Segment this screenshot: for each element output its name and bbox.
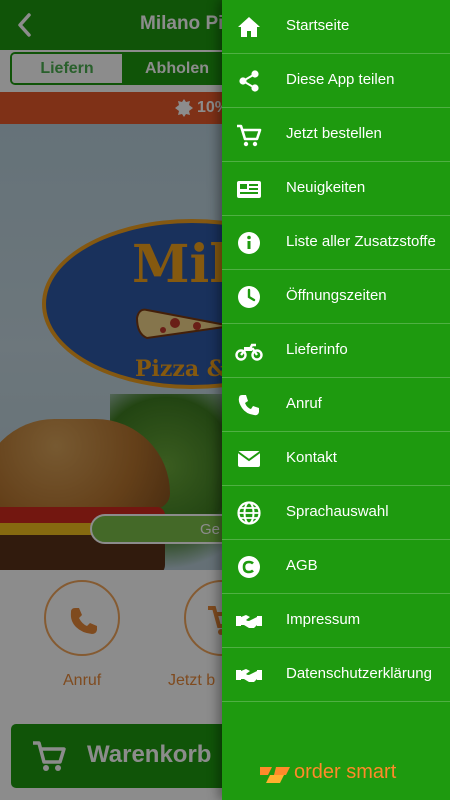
menu-label: Öffnungszeiten — [286, 287, 387, 304]
menu-item-terms[interactable]: AGB — [222, 540, 450, 594]
menu-item-order-now[interactable]: Jetzt bestellen — [222, 108, 450, 162]
menu-item-delivery-info[interactable]: Lieferinfo — [222, 324, 450, 378]
cart-icon — [235, 121, 263, 149]
phone-icon — [235, 391, 263, 419]
menu-label: Liste aller Zusatzstoffe — [286, 233, 436, 250]
home-icon — [235, 13, 263, 41]
menu-item-call[interactable]: Anruf — [222, 378, 450, 432]
navigation-drawer: Startseite Diese App teilen Jetzt bestel… — [222, 0, 450, 800]
menu-label: Startseite — [286, 17, 350, 34]
menu-item-privacy[interactable]: Datenschutzerklärung — [222, 648, 450, 702]
menu-label: Jetzt bestellen — [286, 125, 382, 142]
menu-label: Anruf — [286, 395, 322, 412]
info-icon — [235, 229, 263, 257]
menu-item-news[interactable]: Neuigkeiten — [222, 162, 450, 216]
handshake-icon — [235, 661, 263, 689]
order-smart-logo: order smart — [258, 760, 418, 788]
menu-label: AGB — [286, 557, 318, 574]
share-icon — [235, 67, 263, 95]
menu-item-opening-hours[interactable]: Öffnungszeiten — [222, 270, 450, 324]
menu-label: Neuigkeiten — [286, 179, 366, 196]
menu-label: Datenschutzerklärung — [286, 665, 432, 682]
menu-item-additives[interactable]: Liste aller Zusatzstoffe — [222, 216, 450, 270]
menu-label: Lieferinfo — [286, 341, 348, 358]
menu-item-share[interactable]: Diese App teilen — [222, 54, 450, 108]
copyright-icon — [235, 553, 263, 581]
menu-label: Kontakt — [286, 449, 337, 466]
menu-item-startseite[interactable]: Startseite — [222, 0, 450, 54]
motorcycle-icon — [235, 337, 263, 365]
handshake-icon — [235, 607, 263, 635]
menu-item-contact[interactable]: Kontakt — [222, 432, 450, 486]
menu-label: Impressum — [286, 611, 361, 628]
news-icon — [235, 175, 263, 203]
brand-text: order smart — [294, 761, 397, 783]
menu-item-language[interactable]: Sprachauswahl — [222, 486, 450, 540]
menu-label: Diese App teilen — [286, 71, 395, 88]
mail-icon — [235, 445, 263, 473]
menu-item-imprint[interactable]: Impressum — [222, 594, 450, 648]
globe-icon — [235, 499, 263, 527]
order-smart-mark-icon — [260, 767, 290, 783]
clock-icon — [235, 283, 263, 311]
menu-label: Sprachauswahl — [286, 503, 389, 520]
